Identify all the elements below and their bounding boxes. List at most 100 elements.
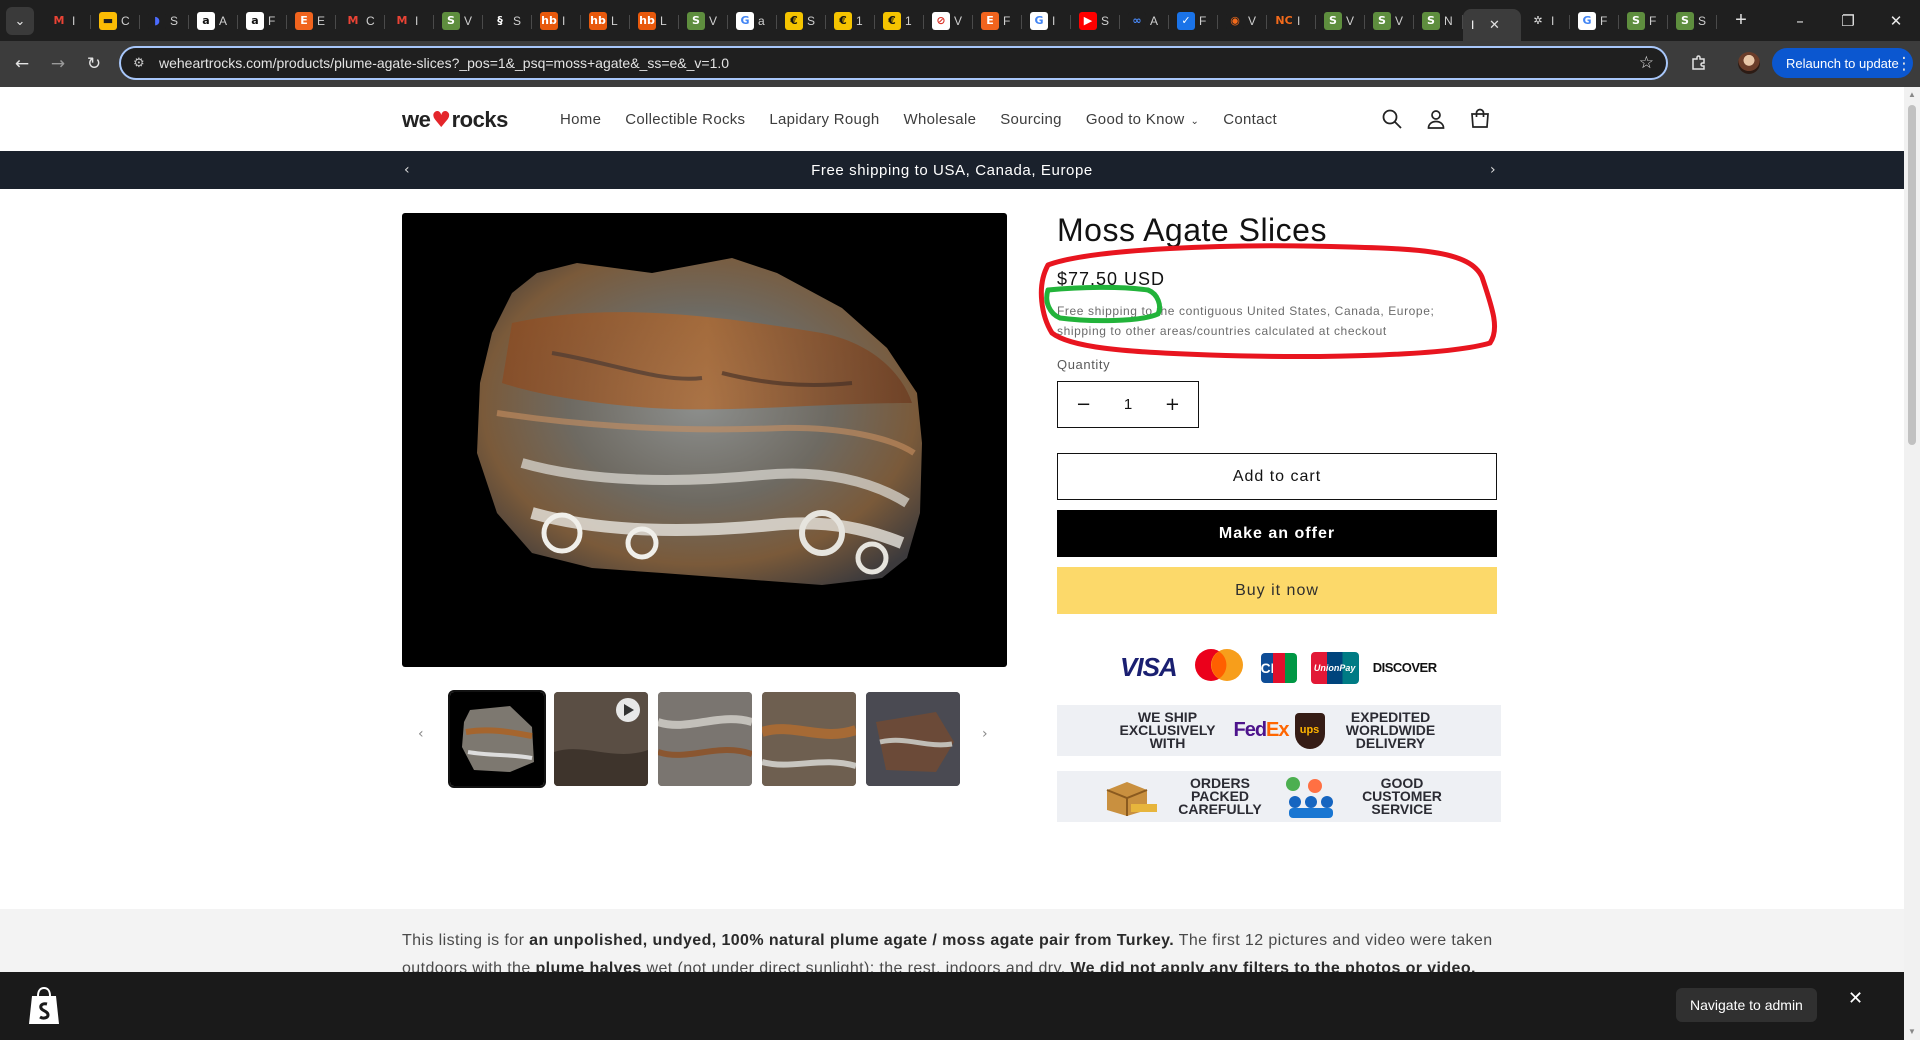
browser-tab-16[interactable]: €1 — [826, 5, 875, 37]
browser-tab-after-3[interactable]: SS — [1668, 5, 1717, 37]
browser-tab-6[interactable]: MC — [336, 5, 385, 37]
address-bar[interactable]: ⚙ weheartrocks.com/products/plume-agate-… — [119, 46, 1668, 80]
browser-tab-active[interactable]: I ✕ — [1463, 9, 1521, 41]
browser-tab-1[interactable]: ▬ C — [91, 5, 140, 37]
account-icon[interactable] — [1422, 105, 1450, 133]
product-main-image[interactable] — [402, 213, 1007, 667]
nav-home[interactable]: Home — [560, 111, 601, 128]
browser-tab-3[interactable]: aA — [189, 5, 238, 37]
close-window-icon[interactable]: ✕ — [1872, 0, 1920, 41]
make-offer-button[interactable]: Make an offer — [1057, 510, 1497, 557]
hb-icon: hb — [589, 11, 607, 30]
search-icon[interactable] — [1378, 105, 1406, 133]
close-admin-bar-icon[interactable]: ✕ — [1848, 988, 1863, 1009]
increase-quantity-button[interactable]: + — [1165, 394, 1180, 415]
thumbnail-prev-icon[interactable]: ‹ — [418, 726, 424, 742]
nav-sourcing[interactable]: Sourcing — [1000, 111, 1062, 128]
page-scrollbar[interactable]: ▲ ▼ — [1904, 87, 1920, 1040]
announcement-prev-icon[interactable]: ‹ — [404, 162, 410, 178]
shopify-icon: S — [1676, 11, 1694, 30]
scroll-down-icon[interactable]: ▼ — [1907, 1027, 1917, 1037]
browser-tab-26[interactable]: SV — [1316, 5, 1365, 37]
navigate-to-admin-button[interactable]: Navigate to admin — [1676, 988, 1817, 1022]
logo-text-rocks: rocks — [451, 107, 509, 132]
browser-tab-20[interactable]: GI — [1022, 5, 1071, 37]
browser-tab-13[interactable]: SV — [679, 5, 728, 37]
browser-tab-27[interactable]: SV — [1365, 5, 1414, 37]
thumbnail-next-icon[interactable]: › — [982, 726, 988, 742]
profile-avatar[interactable] — [1738, 52, 1760, 74]
decrease-quantity-button[interactable]: − — [1076, 394, 1091, 415]
site-logo[interactable]: we ♥ rocks — [402, 107, 508, 133]
browser-tab-9[interactable]: § S — [483, 5, 532, 37]
bookmark-star-icon[interactable]: ☆ — [1639, 53, 1654, 73]
browser-menu-icon[interactable]: ⋮ — [1892, 47, 1916, 81]
cart-icon[interactable] — [1466, 105, 1494, 133]
forward-icon[interactable]: → — [40, 46, 76, 82]
new-tab-icon[interactable]: + — [1727, 9, 1755, 32]
tab-title: I — [562, 13, 566, 28]
browser-tab-7[interactable]: MI — [385, 5, 434, 37]
shopify-icon: S — [1373, 11, 1391, 30]
thumbnail-4[interactable] — [762, 692, 856, 786]
close-tab-icon[interactable]: ✕ — [1489, 17, 1500, 33]
browser-tab-0[interactable]: MI — [42, 5, 91, 37]
reload-icon[interactable]: ↻ — [76, 46, 112, 82]
quantity-input[interactable] — [1108, 396, 1148, 413]
browser-tab-24[interactable]: ◉ V — [1218, 5, 1267, 37]
back-icon[interactable]: ← — [4, 46, 40, 82]
tab-title: F — [1649, 13, 1657, 28]
browser-tab-after-1[interactable]: GF — [1570, 5, 1619, 37]
browser-tab-8[interactable]: SV — [434, 5, 483, 37]
announcement-next-icon[interactable]: › — [1490, 162, 1496, 178]
shopify-icon: S — [1627, 11, 1645, 30]
browser-tab-22[interactable]: ∞ A — [1120, 5, 1169, 37]
fedex-logo: FedEx — [1233, 719, 1289, 741]
site-info-icon[interactable]: ⚙ — [133, 56, 159, 71]
browser-tab-after-2[interactable]: SF — [1619, 5, 1668, 37]
nav-collectible-rocks[interactable]: Collectible Rocks — [625, 111, 745, 128]
coin-icon: € — [883, 11, 901, 30]
scroll-up-icon[interactable]: ▲ — [1907, 90, 1917, 100]
buy-now-button[interactable]: Buy it now — [1057, 567, 1497, 614]
browser-tab-14[interactable]: Ga — [728, 5, 777, 37]
thumbnail-5[interactable] — [866, 692, 960, 786]
thumbnail-1[interactable] — [448, 690, 546, 788]
browser-tab-18[interactable]: ⊘ V — [924, 5, 973, 37]
browser-tab-25[interactable]: NC I — [1267, 5, 1316, 37]
thumbnail-2-video[interactable] — [554, 692, 648, 786]
extensions-icon[interactable] — [1682, 46, 1716, 80]
tab-search-button[interactable]: ⌄ — [6, 6, 34, 35]
add-to-cart-button[interactable]: Add to cart — [1057, 453, 1497, 500]
restore-icon[interactable]: ❐ — [1824, 0, 1872, 41]
browser-tab-2[interactable]: ◗ S — [140, 5, 189, 37]
scrollbar-thumb[interactable] — [1908, 105, 1916, 445]
browser-tab-12[interactable]: hb L — [630, 5, 679, 37]
url-text[interactable]: weheartrocks.com/products/plume-agate-sl… — [159, 55, 729, 71]
minimize-icon[interactable]: – — [1776, 0, 1824, 41]
browser-tab-19[interactable]: EF — [973, 5, 1022, 37]
banner-customer-service-text: GOOD CUSTOMER SERVICE — [1362, 775, 1442, 817]
tab-title: V — [709, 13, 718, 28]
unionpay-icon: UnionPay — [1310, 651, 1359, 684]
shopify-bag-icon[interactable] — [26, 986, 62, 1026]
browser-tab-5[interactable]: EE — [287, 5, 336, 37]
browser-tab-11[interactable]: hb L — [581, 5, 630, 37]
tab-title: V — [1395, 13, 1404, 28]
browser-tab-after-0[interactable]: ✲ I — [1521, 5, 1570, 37]
nav-contact[interactable]: Contact — [1223, 111, 1277, 128]
nav-good-to-know[interactable]: Good to Know ⌄ — [1086, 111, 1199, 128]
browser-tab-15[interactable]: € S — [777, 5, 826, 37]
nav-wholesale[interactable]: Wholesale — [903, 111, 976, 128]
shopify-icon: S — [1422, 11, 1440, 30]
nav-lapidary-rough[interactable]: Lapidary Rough — [769, 111, 879, 128]
browser-tab-4[interactable]: aF — [238, 5, 287, 37]
browser-tab-23[interactable]: ✓ F — [1169, 5, 1218, 37]
product-price: $77.50 USD — [1057, 269, 1166, 289]
browser-tab-21[interactable]: ▶ S — [1071, 5, 1120, 37]
tab-title: V — [1248, 13, 1257, 28]
browser-tab-17[interactable]: €1 — [875, 5, 924, 37]
browser-tab-28[interactable]: SN — [1414, 5, 1463, 37]
browser-tab-10[interactable]: hb I — [532, 5, 581, 37]
thumbnail-3[interactable] — [658, 692, 752, 786]
